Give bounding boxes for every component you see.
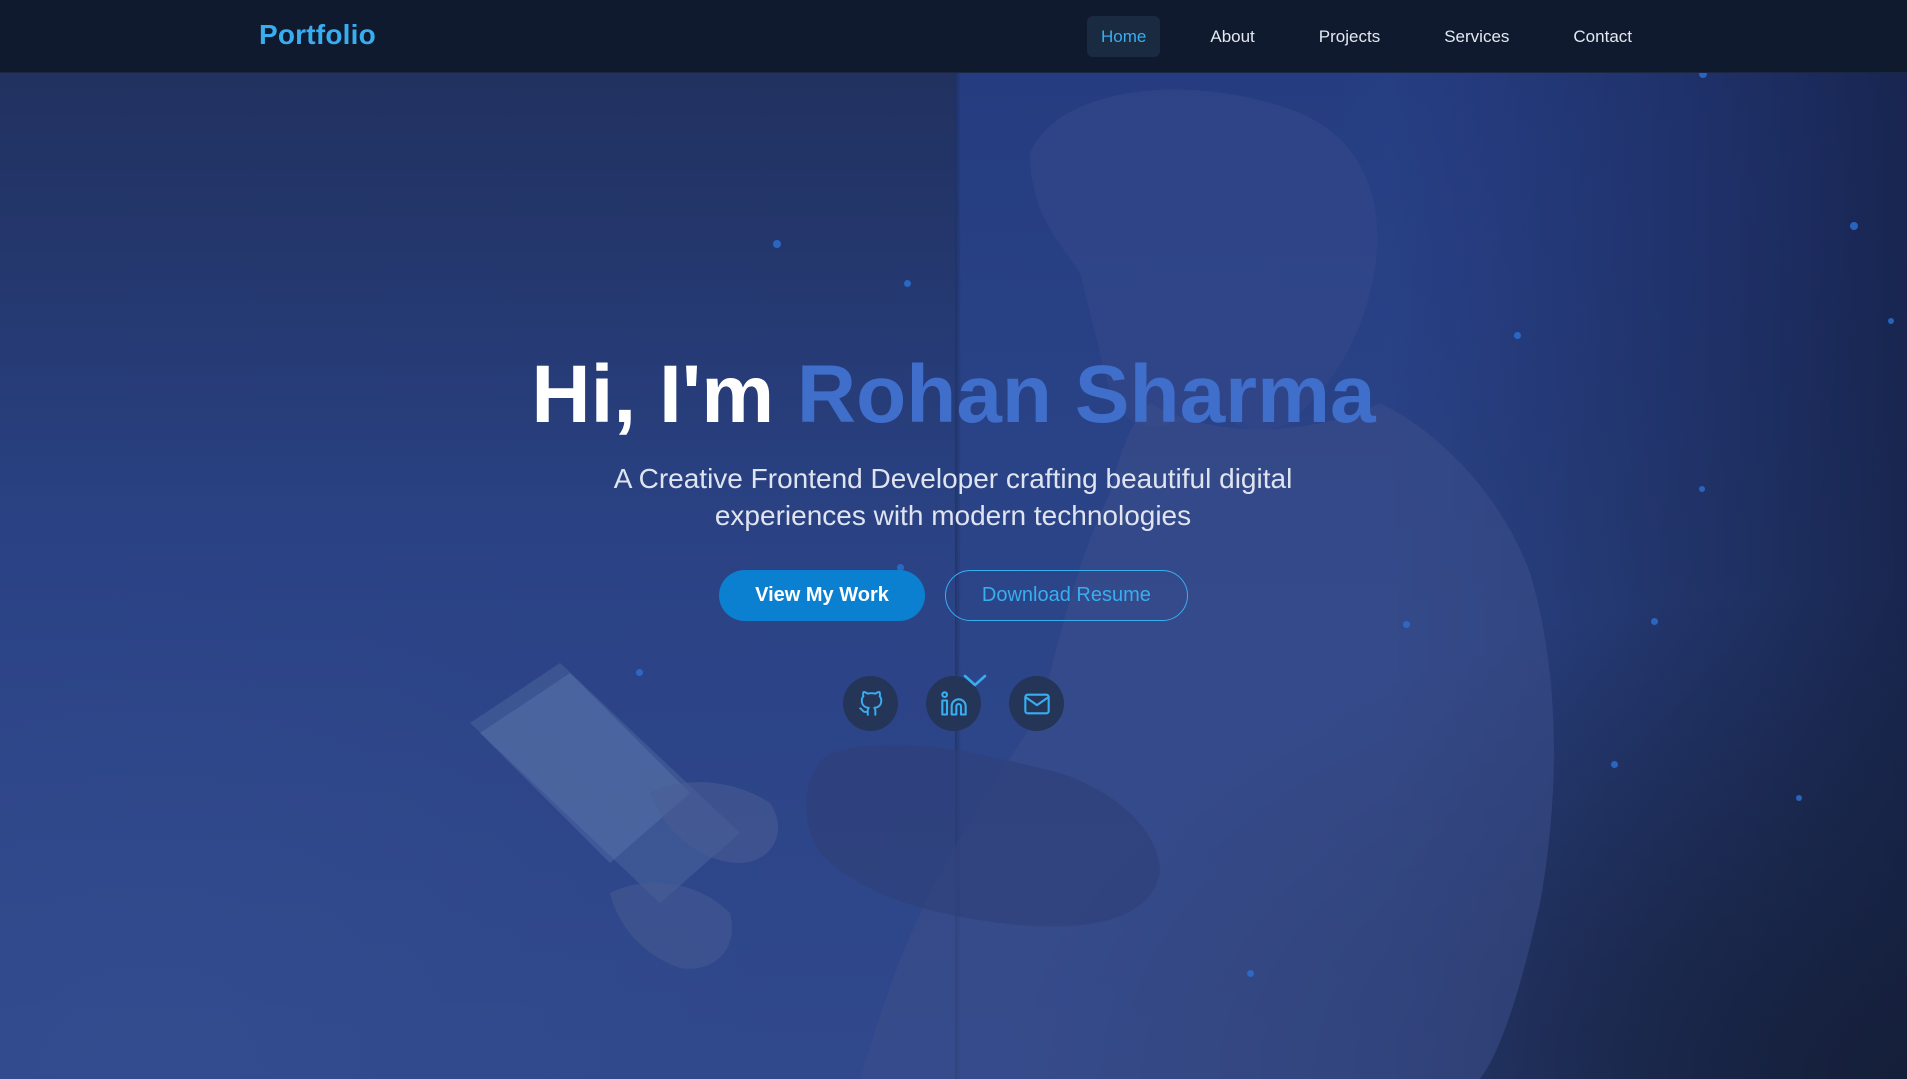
nav-projects[interactable]: Projects [1305,16,1394,57]
nav-about[interactable]: About [1196,16,1268,57]
particle [1888,318,1894,324]
particle [1699,486,1705,492]
chevron-down-icon[interactable] [963,674,987,688]
nav-services[interactable]: Services [1430,16,1523,57]
particle [1514,332,1521,339]
hero-section: Hi, I'm Rohan Sharma A Creative Frontend… [0,73,1907,1079]
github-icon [858,690,882,716]
hero-title: Hi, I'm Rohan Sharma [0,345,1907,445]
download-resume-button[interactable]: Download Resume [944,570,1188,621]
particle [636,669,643,676]
navbar: Portfolio Home About Projects Services C… [0,0,1907,73]
view-my-work-button[interactable]: View My Work [719,570,925,621]
main-nav: Home About Projects Services Contact [1087,16,1646,57]
particle [1611,761,1618,768]
linkedin-icon [940,690,967,716]
mail-icon [1023,693,1050,714]
hero-greeting: Hi, I'm [531,349,797,440]
email-link[interactable] [1009,676,1064,731]
hero-subtitle: A Creative Frontend Developer crafting b… [613,463,1293,531]
hero-name: Rohan Sharma [796,349,1376,440]
social-links [0,676,1907,731]
particle [904,280,911,287]
nav-home[interactable]: Home [1087,16,1161,57]
logo[interactable]: Portfolio [259,19,376,51]
particle [1796,795,1802,801]
particle [773,240,781,248]
particle [1247,970,1254,977]
particle [1403,621,1410,628]
particle [1850,222,1858,230]
github-link[interactable] [843,676,898,731]
nav-contact[interactable]: Contact [1559,16,1646,57]
cta-buttons: View My Work Download Resume [0,570,1907,621]
